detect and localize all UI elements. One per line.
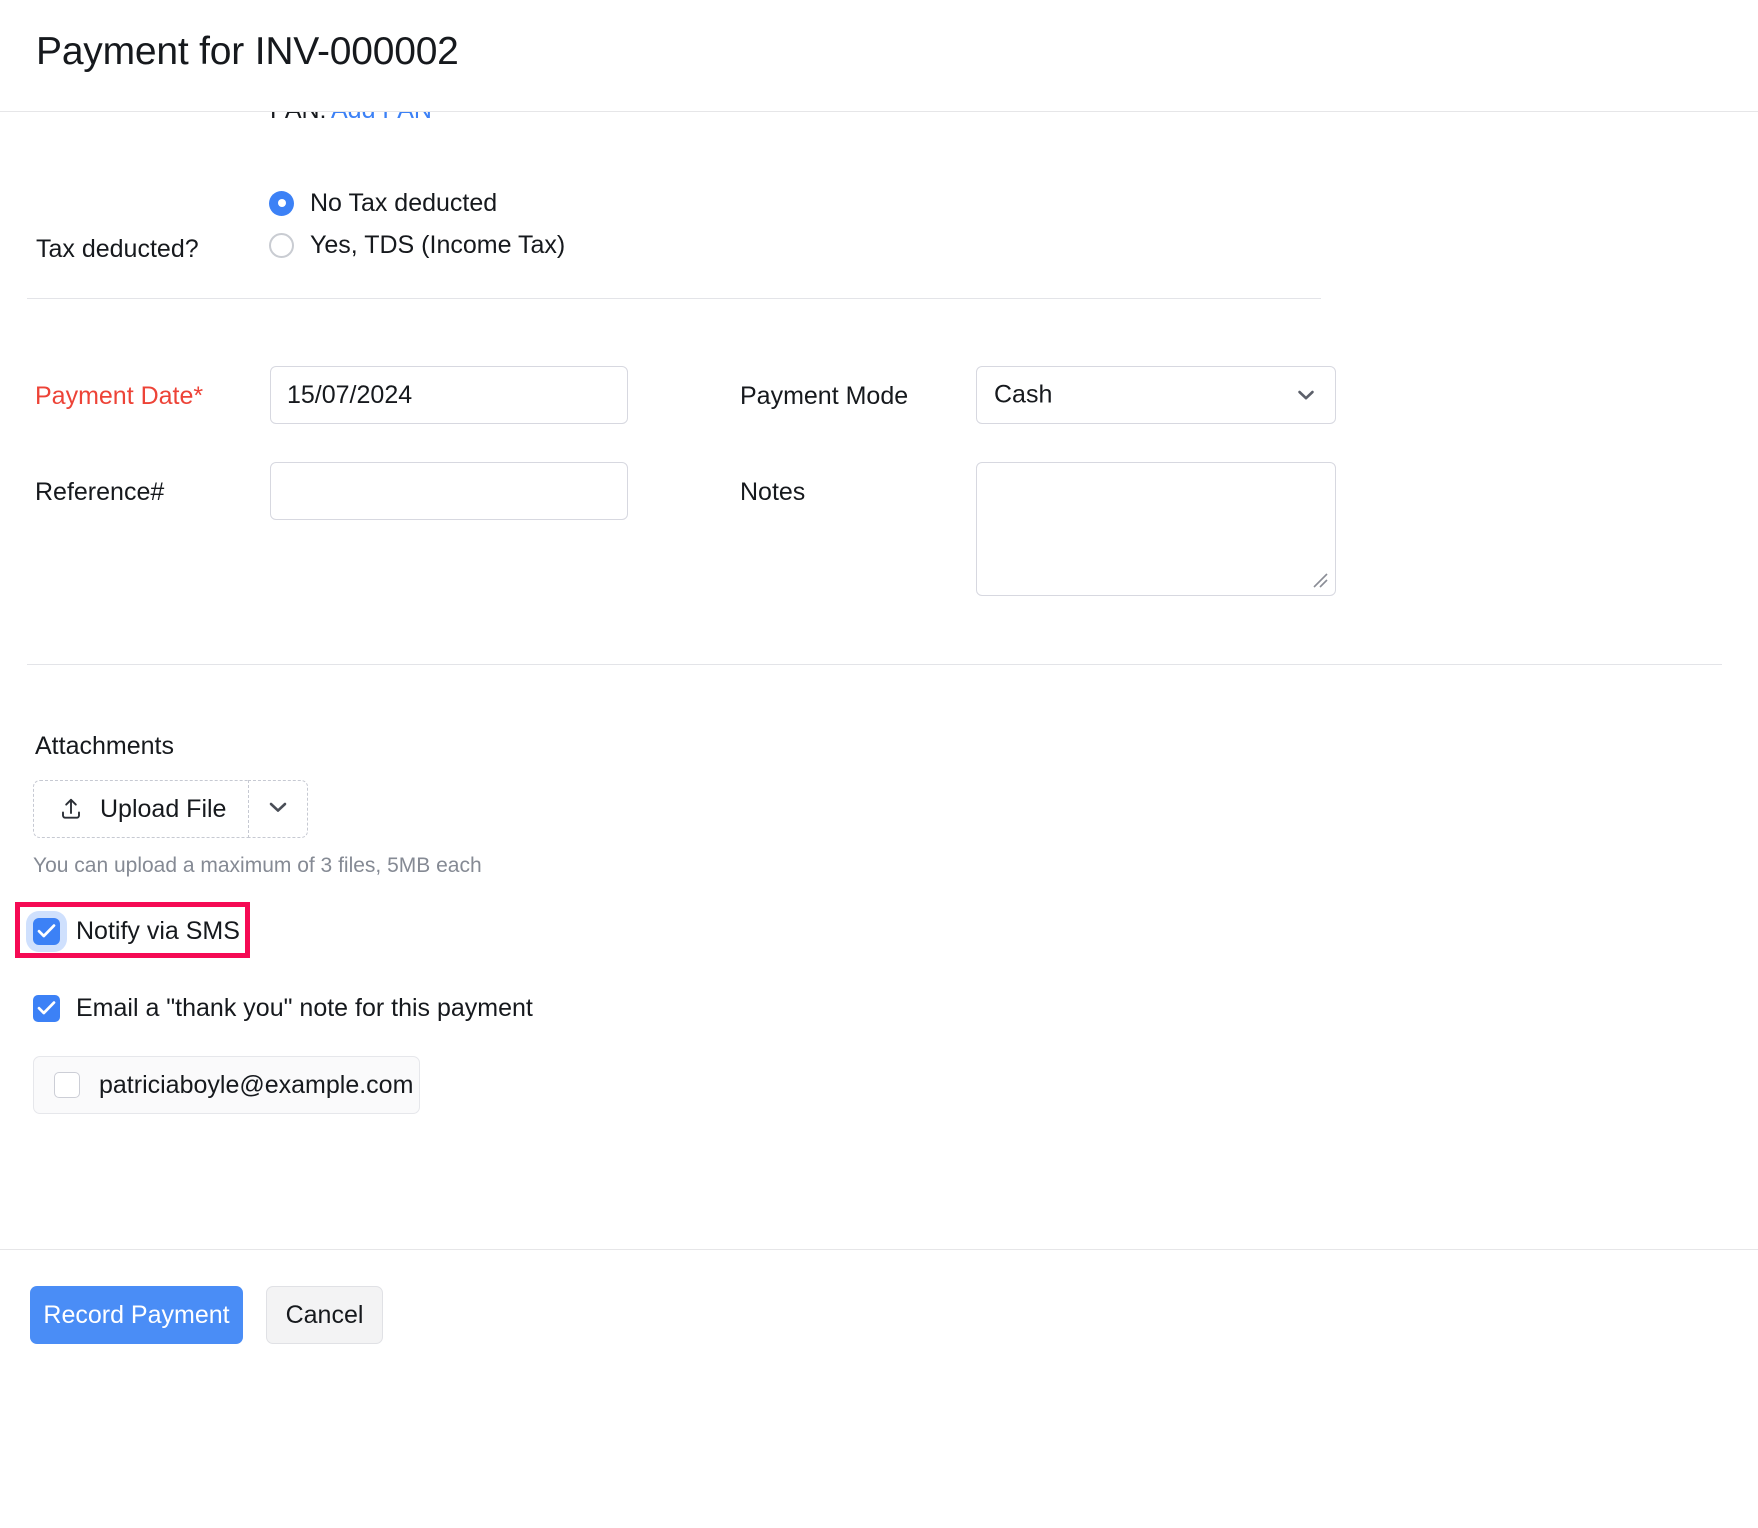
payment-date-input[interactable]	[270, 366, 628, 424]
thank-you-email-checkbox[interactable]	[33, 995, 60, 1022]
payment-mode-value: Cash	[994, 381, 1052, 410]
radio-label-no-tax-deducted: No Tax deducted	[310, 189, 497, 218]
recipient-email-address: patriciaboyle@example.com	[99, 1071, 413, 1100]
thank-you-email-label: Email a "thank you" note for this paymen…	[76, 994, 533, 1023]
notes-textarea[interactable]	[976, 462, 1336, 596]
radio-option-no-tax-deducted[interactable]: No Tax deducted	[269, 182, 565, 224]
payment-mode-label: Payment Mode	[740, 382, 908, 411]
upload-file-label: Upload File	[100, 795, 226, 824]
payment-date-label: Payment Date*	[35, 382, 203, 411]
upload-icon	[58, 796, 84, 822]
upload-options-dropdown-button[interactable]	[248, 780, 308, 838]
notify-via-sms-checkbox[interactable]	[33, 918, 60, 945]
notify-via-sms-label: Notify via SMS	[76, 917, 240, 946]
radio-icon-unselected[interactable]	[269, 233, 294, 258]
upload-file-group: Upload File	[33, 780, 308, 838]
recipient-email-checkbox[interactable]	[54, 1072, 80, 1098]
cancel-button[interactable]: Cancel	[266, 1286, 383, 1344]
section-divider-middle	[27, 664, 1722, 665]
radio-option-yes-tds[interactable]: Yes, TDS (Income Tax)	[269, 224, 565, 266]
radio-label-yes-tds: Yes, TDS (Income Tax)	[310, 231, 565, 260]
page-title: Payment for INV-000002	[36, 30, 459, 74]
section-divider-top	[27, 298, 1321, 299]
chevron-down-icon	[266, 795, 290, 824]
chevron-down-icon	[1295, 384, 1317, 406]
page-header: Payment for INV-000002	[0, 0, 1758, 112]
recipient-email-row[interactable]: patriciaboyle@example.com	[33, 1056, 420, 1114]
attachments-label: Attachments	[35, 732, 174, 761]
reference-input[interactable]	[270, 462, 628, 520]
notify-via-sms-row[interactable]: Notify via SMS	[33, 917, 240, 946]
payment-form-body: PAN: Add PAN Tax deducted? No Tax deduct…	[0, 112, 1758, 1249]
thank-you-email-row[interactable]: Email a "thank you" note for this paymen…	[33, 994, 533, 1023]
pan-label: PAN:	[270, 112, 327, 125]
upload-file-button[interactable]: Upload File	[33, 780, 248, 838]
radio-icon-selected[interactable]	[269, 191, 294, 216]
record-payment-button[interactable]: Record Payment	[30, 1286, 243, 1344]
page-footer: Record Payment Cancel	[0, 1249, 1758, 1528]
add-pan-link[interactable]: Add PAN	[331, 112, 432, 125]
tax-deducted-radio-group: No Tax deducted Yes, TDS (Income Tax)	[269, 182, 565, 266]
tax-deducted-label: Tax deducted?	[36, 235, 199, 264]
reference-label: Reference#	[35, 478, 164, 507]
upload-hint-text: You can upload a maximum of 3 files, 5MB…	[33, 854, 482, 878]
payment-mode-select[interactable]: Cash	[976, 366, 1336, 424]
pan-row: PAN: Add PAN	[0, 112, 1758, 128]
notes-label: Notes	[740, 478, 805, 507]
